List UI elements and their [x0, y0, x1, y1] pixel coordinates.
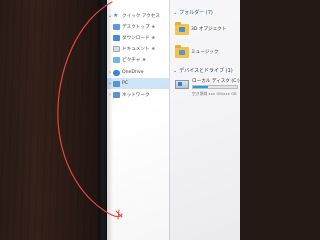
download-icon [113, 34, 120, 41]
nav-item-desktop[interactable]: デスクトップ ✱ [107, 21, 169, 32]
nav-item-label: ダウンロード [122, 35, 150, 41]
nav-item-pictures[interactable]: ピクチャ ✱ [107, 54, 169, 65]
file-explorer-window: ⌄ ★ クイック アクセス デスクトップ ✱ ダウンロード ✱ ドキュメント ✱… [107, 0, 240, 240]
drive-free-space: 空き領域 xxx GB/xxx GB [192, 91, 237, 96]
folder-3d-objects-icon[interactable] [175, 22, 189, 35]
music-note-icon [179, 50, 185, 55]
nav-item-label: デスクトップ [122, 24, 150, 30]
pin-icon: ✱ [151, 35, 155, 40]
cloud-icon [113, 69, 120, 76]
devices-section-header[interactable]: ⌄ デバイスとドライブ (1) [173, 66, 233, 75]
nav-item-network[interactable]: › ネットワーク [107, 89, 169, 100]
devices-header-label: デバイスとドライブ (1) [179, 68, 233, 74]
chevron-down-icon[interactable]: ⌄ [173, 10, 177, 16]
folder-3d-objects-label[interactable]: 3D オブジェクト [191, 26, 226, 32]
pane-divider[interactable] [169, 0, 170, 240]
content-pane: ⌄ フォルダー (7) 3D オブジェクト ミュージック ⌄ デバイスとドライブ… [171, 0, 240, 240]
nav-item-label: ピクチャ [122, 57, 141, 63]
nav-quick-access-label: クイック アクセス [122, 13, 160, 19]
nav-item-onedrive[interactable]: › OneDrive [107, 67, 169, 78]
network-icon [113, 91, 120, 98]
navigation-pane: ⌄ ★ クイック アクセス デスクトップ ✱ ダウンロード ✱ ドキュメント ✱… [107, 0, 169, 240]
folders-header-label: フォルダー (7) [179, 10, 213, 16]
wooden-desk-background [0, 0, 100, 240]
nav-item-documents[interactable]: ドキュメント ✱ [107, 43, 169, 54]
monitor-bezel [98, 0, 107, 240]
cube-icon [179, 27, 185, 32]
folders-section-header[interactable]: ⌄ フォルダー (7) [173, 8, 213, 17]
drive-usage-fill [193, 86, 209, 88]
star-icon: ★ [113, 11, 119, 19]
nav-item-downloads[interactable]: ダウンロード ✱ [107, 32, 169, 43]
screen-edge-shadow [107, 0, 113, 240]
chevron-down-icon[interactable]: ⌄ [173, 68, 177, 74]
nav-item-label: ドキュメント [122, 46, 150, 52]
drive-usage-bar [192, 85, 238, 89]
drive-c-label[interactable]: ローカル ディスク (C:) [192, 78, 240, 84]
nav-quick-access[interactable]: ⌄ ★ クイック アクセス [107, 10, 169, 21]
folder-music-icon[interactable] [175, 45, 189, 58]
document-icon [113, 45, 120, 52]
folder-music-label[interactable]: ミュージック [191, 49, 218, 55]
nav-item-label: PC [122, 81, 128, 86]
picture-icon [113, 56, 120, 63]
pin-icon: ✱ [151, 24, 155, 29]
desktop-icon [113, 23, 120, 30]
computer-icon [113, 80, 120, 87]
pin-icon: ✱ [142, 57, 146, 62]
nav-item-label: ネットワーク [122, 92, 150, 98]
nav-item-pc[interactable]: › PC [107, 78, 169, 89]
pin-icon: ✱ [151, 46, 155, 51]
nav-item-label: OneDrive [122, 70, 144, 75]
hard-drive-icon[interactable] [175, 80, 189, 89]
